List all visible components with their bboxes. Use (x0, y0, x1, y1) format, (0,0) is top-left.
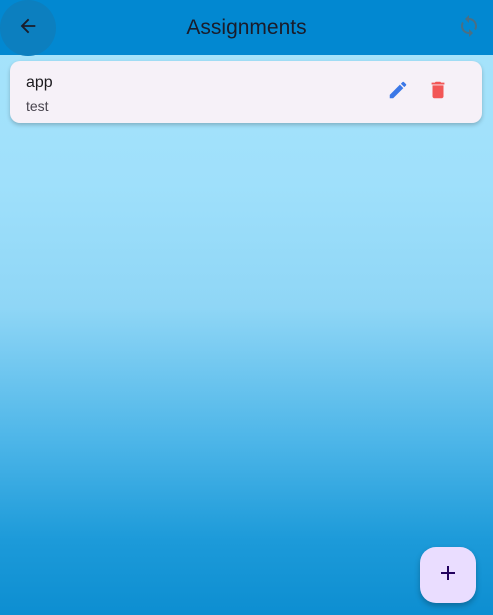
assignment-card[interactable]: app test (10, 61, 482, 123)
assignment-subtitle: test (26, 98, 49, 114)
assignments-screen: Assignments app test (0, 0, 493, 615)
arrow-back-icon (17, 15, 39, 42)
sync-icon (457, 14, 481, 43)
add-assignment-button[interactable] (420, 547, 476, 603)
app-bar: Assignments (0, 0, 493, 56)
edit-pencil-icon (387, 79, 409, 106)
trash-icon (427, 79, 449, 106)
delete-button[interactable] (422, 76, 454, 108)
edit-button[interactable] (382, 76, 414, 108)
assignment-title: app (26, 74, 53, 91)
refresh-button[interactable] (453, 12, 485, 44)
page-title: Assignments (186, 16, 307, 39)
back-button[interactable] (0, 0, 56, 56)
add-icon (436, 561, 460, 590)
